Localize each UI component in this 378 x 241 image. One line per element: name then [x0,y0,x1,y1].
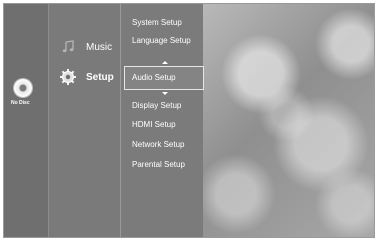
disc-status-label: No Disc [11,100,30,106]
scroll-up-arrow-icon [162,61,168,64]
background-image [201,4,374,237]
main-menu-label: Setup [86,71,114,83]
setup-screen: No Disc Music Setup System Setup Languag… [3,3,375,238]
disc-icon [14,79,32,97]
submenu-item-hdmi-setup[interactable]: HDMI Setup [132,120,176,129]
submenu-item-language-setup[interactable]: Language Setup [132,36,191,45]
main-menu-item-setup[interactable]: Setup [59,67,121,87]
scroll-down-arrow-icon [162,92,168,95]
submenu-item-audio-setup[interactable]: Audio Setup [132,73,176,82]
music-note-icon [59,38,77,56]
submenu-item-parental-setup[interactable]: Parental Setup [132,160,185,169]
submenu-item-system-setup[interactable]: System Setup [132,18,182,27]
disc-status-column [4,4,48,237]
main-menu-label: Music [86,41,113,53]
gear-icon [59,68,77,86]
submenu-item-display-setup[interactable]: Display Setup [132,101,181,110]
submenu-item-network-setup[interactable]: Network Setup [132,140,184,149]
main-menu-item-music[interactable]: Music [59,37,121,57]
